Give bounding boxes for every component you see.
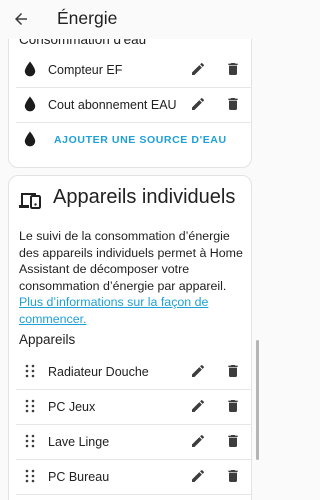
description-text: Le suivi de la consommation d’énergie de… bbox=[19, 229, 243, 293]
delete-trash-icon[interactable] bbox=[224, 397, 242, 415]
device-label: PC Jeux bbox=[48, 399, 96, 414]
edit-pencil-icon[interactable] bbox=[189, 397, 207, 415]
device-row: Radiateur Douche bbox=[16, 354, 252, 389]
drag-handle-icon[interactable] bbox=[22, 432, 38, 450]
devices-description: Le suivi de la consommation d’énergie de… bbox=[19, 228, 249, 328]
delete-trash-icon[interactable] bbox=[224, 362, 242, 380]
page-title: Énergie bbox=[57, 8, 118, 28]
delete-trash-icon[interactable] bbox=[224, 95, 242, 113]
device-row: Lave Linge bbox=[16, 424, 252, 459]
device-label: PC Bureau bbox=[48, 469, 110, 484]
water-source-label: Cout abonnement EAU bbox=[48, 97, 177, 112]
edit-pencil-icon[interactable] bbox=[189, 95, 207, 113]
row-divider bbox=[16, 494, 252, 495]
water-drop-icon bbox=[22, 130, 38, 148]
device-row: PC Bureau bbox=[16, 459, 252, 494]
delete-trash-icon[interactable] bbox=[224, 60, 242, 78]
water-drop-icon bbox=[22, 60, 38, 78]
scrollbar[interactable] bbox=[256, 340, 259, 460]
top-app-bar: Énergie bbox=[0, 0, 260, 39]
device-label: Radiateur Douche bbox=[48, 364, 149, 379]
add-water-source-label[interactable]: AJOUTER UNE SOURCE D'EAU bbox=[54, 134, 227, 146]
water-source-label: Compteur EF bbox=[48, 62, 123, 77]
delete-trash-icon[interactable] bbox=[224, 467, 242, 485]
edit-pencil-icon[interactable] bbox=[189, 432, 207, 450]
devices-subheading: Appareils bbox=[19, 332, 76, 347]
devices-section-title: Appareils individuels bbox=[53, 186, 236, 208]
delete-trash-icon[interactable] bbox=[224, 432, 242, 450]
drag-handle-icon[interactable] bbox=[22, 362, 38, 380]
add-water-source-button[interactable]: AJOUTER UNE SOURCE D'EAU bbox=[16, 122, 252, 157]
drag-handle-icon[interactable] bbox=[22, 397, 38, 415]
device-label: Lave Linge bbox=[48, 434, 110, 449]
water-source-row: Cout abonnement EAU bbox=[16, 87, 252, 122]
devices-icon bbox=[18, 190, 42, 210]
device-row: PC Jeux bbox=[16, 389, 252, 424]
edit-pencil-icon[interactable] bbox=[189, 467, 207, 485]
water-source-row: Compteur EF bbox=[16, 52, 252, 87]
edit-pencil-icon[interactable] bbox=[189, 362, 207, 380]
learn-more-link[interactable]: Plus d’informations sur la façon de comm… bbox=[19, 295, 208, 326]
water-drop-icon bbox=[22, 95, 38, 113]
drag-handle-icon[interactable] bbox=[22, 467, 38, 485]
edit-pencil-icon[interactable] bbox=[189, 60, 207, 78]
back-arrow-icon[interactable] bbox=[11, 9, 31, 29]
